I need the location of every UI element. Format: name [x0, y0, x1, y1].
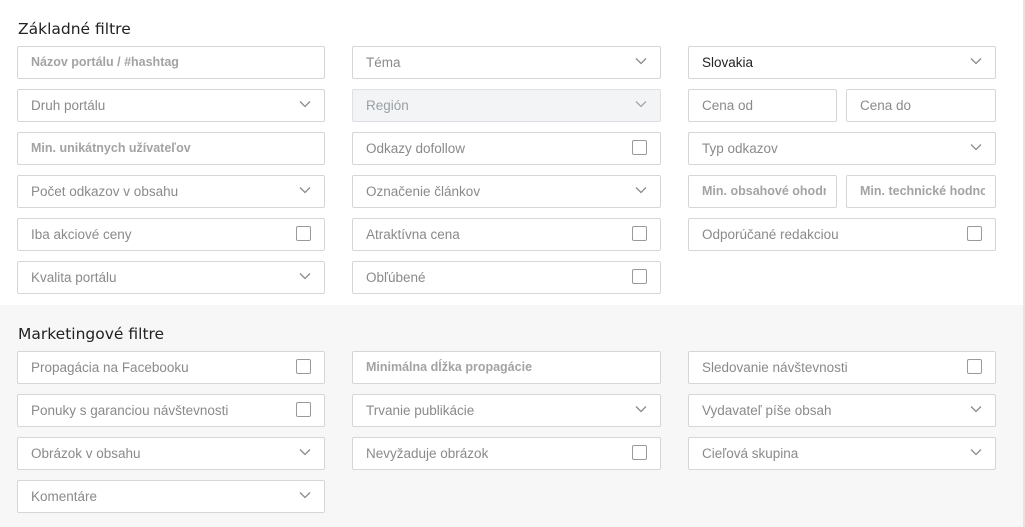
- min-promo-length-placeholder: Minimálna dĺžka propagácie: [366, 360, 533, 374]
- portal-quality-select-label: Kvalita portálu: [31, 270, 117, 285]
- min-content-rating-input[interactable]: Min. obsahové ohodnotenie: [688, 175, 837, 208]
- dofollow-links-checkbox-field[interactable]: Odkazy dofollow: [352, 132, 661, 165]
- traffic-tracking-label: Sledovanie návštevnosti: [702, 360, 848, 375]
- links-in-content-select[interactable]: Počet odkazov v obsahu: [17, 175, 325, 208]
- portal-name-placeholder: Názov portálu / #hashtag: [31, 55, 179, 69]
- link-type-select-label: Typ odkazov: [702, 141, 778, 156]
- price-from-input[interactable]: Cena od: [688, 89, 837, 122]
- chevron-down-icon: [970, 448, 982, 456]
- comments-select[interactable]: Komentáre: [17, 480, 325, 513]
- min-technical-rating-placeholder: Min. technické hodnotenie: [860, 184, 985, 198]
- sale-prices-checkbox-field[interactable]: Iba akciové ceny: [17, 218, 325, 251]
- no-image-required-label: Nevyžaduje obrázok: [366, 446, 489, 461]
- recommended-checkbox[interactable]: [967, 226, 982, 241]
- country-select-value: Slovakia: [702, 55, 754, 70]
- portal-type-select-label: Druh portálu: [31, 98, 106, 113]
- favorites-checkbox-field[interactable]: Obľúbené: [352, 261, 661, 294]
- guaranteed-traffic-checkbox-field[interactable]: Ponuky s garanciou návštevnosti: [17, 394, 325, 427]
- chevron-down-icon: [635, 186, 647, 194]
- traffic-tracking-checkbox[interactable]: [967, 359, 982, 374]
- publisher-writes-select-label: Vydavateľ píše obsah: [702, 403, 832, 418]
- attractive-price-checkbox[interactable]: [632, 226, 647, 241]
- chevron-down-icon: [299, 491, 311, 499]
- region-select[interactable]: Región: [352, 89, 661, 122]
- facebook-promo-checkbox-field[interactable]: Propagácia na Facebooku: [17, 351, 325, 384]
- chevron-down-icon: [299, 448, 311, 456]
- price-from-placeholder: Cena od: [702, 98, 754, 113]
- chevron-down-icon: [299, 272, 311, 280]
- basic-filters-title: Základné filtre: [18, 20, 131, 38]
- publisher-writes-select[interactable]: Vydavateľ píše obsah: [688, 394, 996, 427]
- links-in-content-select-label: Počet odkazov v obsahu: [31, 184, 179, 199]
- favorites-label: Obľúbené: [366, 270, 426, 285]
- chevron-down-icon: [299, 186, 311, 194]
- portal-quality-select[interactable]: Kvalita portálu: [17, 261, 325, 294]
- recommended-checkbox-field[interactable]: Odporúčané redakciou: [688, 218, 996, 251]
- sale-prices-label: Iba akciové ceny: [31, 227, 132, 242]
- price-to-input[interactable]: Cena do: [846, 89, 996, 122]
- sale-prices-checkbox[interactable]: [296, 226, 311, 241]
- chevron-down-icon: [970, 143, 982, 151]
- region-select-label: Región: [366, 98, 409, 113]
- traffic-tracking-checkbox-field[interactable]: Sledovanie návštevnosti: [688, 351, 996, 384]
- recommended-label: Odporúčané redakciou: [702, 227, 839, 242]
- chevron-down-icon: [299, 100, 311, 108]
- dofollow-links-checkbox[interactable]: [632, 140, 647, 155]
- publication-duration-select[interactable]: Trvanie publikácie: [352, 394, 661, 427]
- chevron-down-icon: [635, 100, 647, 108]
- guaranteed-traffic-checkbox[interactable]: [296, 402, 311, 417]
- dofollow-links-label: Odkazy dofollow: [366, 141, 466, 156]
- portal-type-select[interactable]: Druh portálu: [17, 89, 325, 122]
- facebook-promo-label: Propagácia na Facebooku: [31, 360, 189, 375]
- country-select[interactable]: Slovakia: [688, 46, 996, 79]
- chevron-down-icon: [635, 405, 647, 413]
- min-promo-length-input[interactable]: Minimálna dĺžka propagácie: [352, 351, 661, 384]
- target-group-select[interactable]: Cieľová skupina: [688, 437, 996, 470]
- min-unique-users-placeholder: Min. unikátnych užívateľov: [31, 141, 191, 155]
- chevron-down-icon: [970, 405, 982, 413]
- target-group-select-label: Cieľová skupina: [702, 446, 799, 461]
- no-image-required-checkbox-field[interactable]: Nevyžaduje obrázok: [352, 437, 661, 470]
- image-in-content-select[interactable]: Obrázok v obsahu: [17, 437, 325, 470]
- portal-name-input[interactable]: Názov portálu / #hashtag: [17, 46, 325, 79]
- min-technical-rating-input[interactable]: Min. technické hodnotenie: [846, 175, 996, 208]
- topic-select-label: Téma: [366, 55, 401, 70]
- marketing-filters-title: Marketingové filtre: [18, 325, 165, 343]
- article-marking-select-label: Označenie článkov: [366, 184, 481, 199]
- link-type-select[interactable]: Typ odkazov: [688, 132, 996, 165]
- no-image-required-checkbox[interactable]: [632, 445, 647, 460]
- min-content-rating-placeholder: Min. obsahové ohodnotenie: [702, 184, 826, 198]
- chevron-down-icon: [970, 57, 982, 65]
- chevron-down-icon: [635, 57, 647, 65]
- comments-select-label: Komentáre: [31, 489, 98, 504]
- min-unique-users-input[interactable]: Min. unikátnych užívateľov: [17, 132, 325, 165]
- publication-duration-select-label: Trvanie publikácie: [366, 403, 475, 418]
- facebook-promo-checkbox[interactable]: [296, 359, 311, 374]
- favorites-checkbox[interactable]: [632, 269, 647, 284]
- topic-select[interactable]: Téma: [352, 46, 661, 79]
- guaranteed-traffic-label: Ponuky s garanciou návštevnosti: [31, 403, 229, 418]
- price-to-placeholder: Cena do: [860, 98, 912, 113]
- article-marking-select[interactable]: Označenie článkov: [352, 175, 661, 208]
- attractive-price-label: Atraktívna cena: [366, 227, 460, 242]
- image-in-content-select-label: Obrázok v obsahu: [31, 446, 141, 461]
- attractive-price-checkbox-field[interactable]: Atraktívna cena: [352, 218, 661, 251]
